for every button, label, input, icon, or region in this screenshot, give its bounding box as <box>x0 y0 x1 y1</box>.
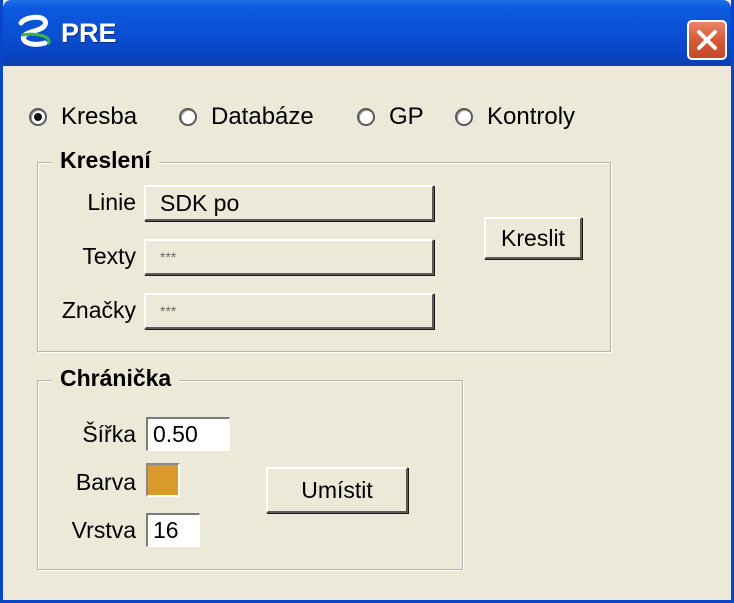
kresleni-group-title: Kreslení <box>52 147 159 174</box>
umistit-button[interactable]: Umístit <box>266 467 408 513</box>
kresleni-group: Kreslení Linie SDK po Texty *** Značky *… <box>37 147 611 352</box>
radio-databaze-indicator[interactable] <box>179 108 197 126</box>
radio-kontroly-label[interactable]: Kontroly <box>487 103 575 131</box>
vrstva-input[interactable]: 16 <box>146 513 200 547</box>
vrstva-label: Vrstva <box>71 517 136 543</box>
texty-select-button[interactable]: *** <box>144 239 434 275</box>
radio-kresba-label[interactable]: Kresba <box>61 103 137 131</box>
chranicka-group: Chránička Šířka 0.50 Barva Vrstva 16 Umí… <box>37 365 463 570</box>
barva-color-swatch[interactable] <box>146 463 180 497</box>
close-icon <box>697 30 717 50</box>
kreslit-button[interactable]: Kreslit <box>484 217 582 259</box>
radio-databaze-label[interactable]: Databáze <box>211 103 314 131</box>
radio-kontroly-indicator[interactable] <box>455 108 473 126</box>
linie-label: Linie <box>87 189 136 215</box>
znacky-select-button[interactable]: *** <box>144 293 434 329</box>
close-button[interactable] <box>687 20 727 60</box>
sirka-input[interactable]: 0.50 <box>146 417 230 451</box>
znacky-label: Značky <box>61 297 136 323</box>
radio-kresba[interactable]: Kresba <box>29 102 137 132</box>
chranicka-group-title: Chránička <box>52 365 180 392</box>
radio-databaze[interactable]: Databáze <box>179 102 314 132</box>
linie-select-button[interactable]: SDK po <box>144 185 434 221</box>
pre-app-icon <box>18 14 51 47</box>
radio-gp-indicator[interactable] <box>357 108 375 126</box>
title-bar[interactable]: PRE <box>3 0 731 66</box>
radio-kresba-indicator[interactable] <box>29 108 47 126</box>
dialog-body: Kresba Databáze GP Kontroly Kreslení Lin… <box>3 66 731 603</box>
pre-dialog-window: PRE Kresba Databáze GP Kontroly Kreslení… <box>0 0 734 603</box>
barva-label: Barva <box>75 469 136 495</box>
sirka-label: Šířka <box>82 421 136 447</box>
radio-gp[interactable]: GP <box>357 102 424 132</box>
texty-label: Texty <box>82 243 136 269</box>
radio-gp-label[interactable]: GP <box>389 103 424 131</box>
window-title: PRE <box>61 18 117 48</box>
radio-kontroly[interactable]: Kontroly <box>455 102 575 132</box>
